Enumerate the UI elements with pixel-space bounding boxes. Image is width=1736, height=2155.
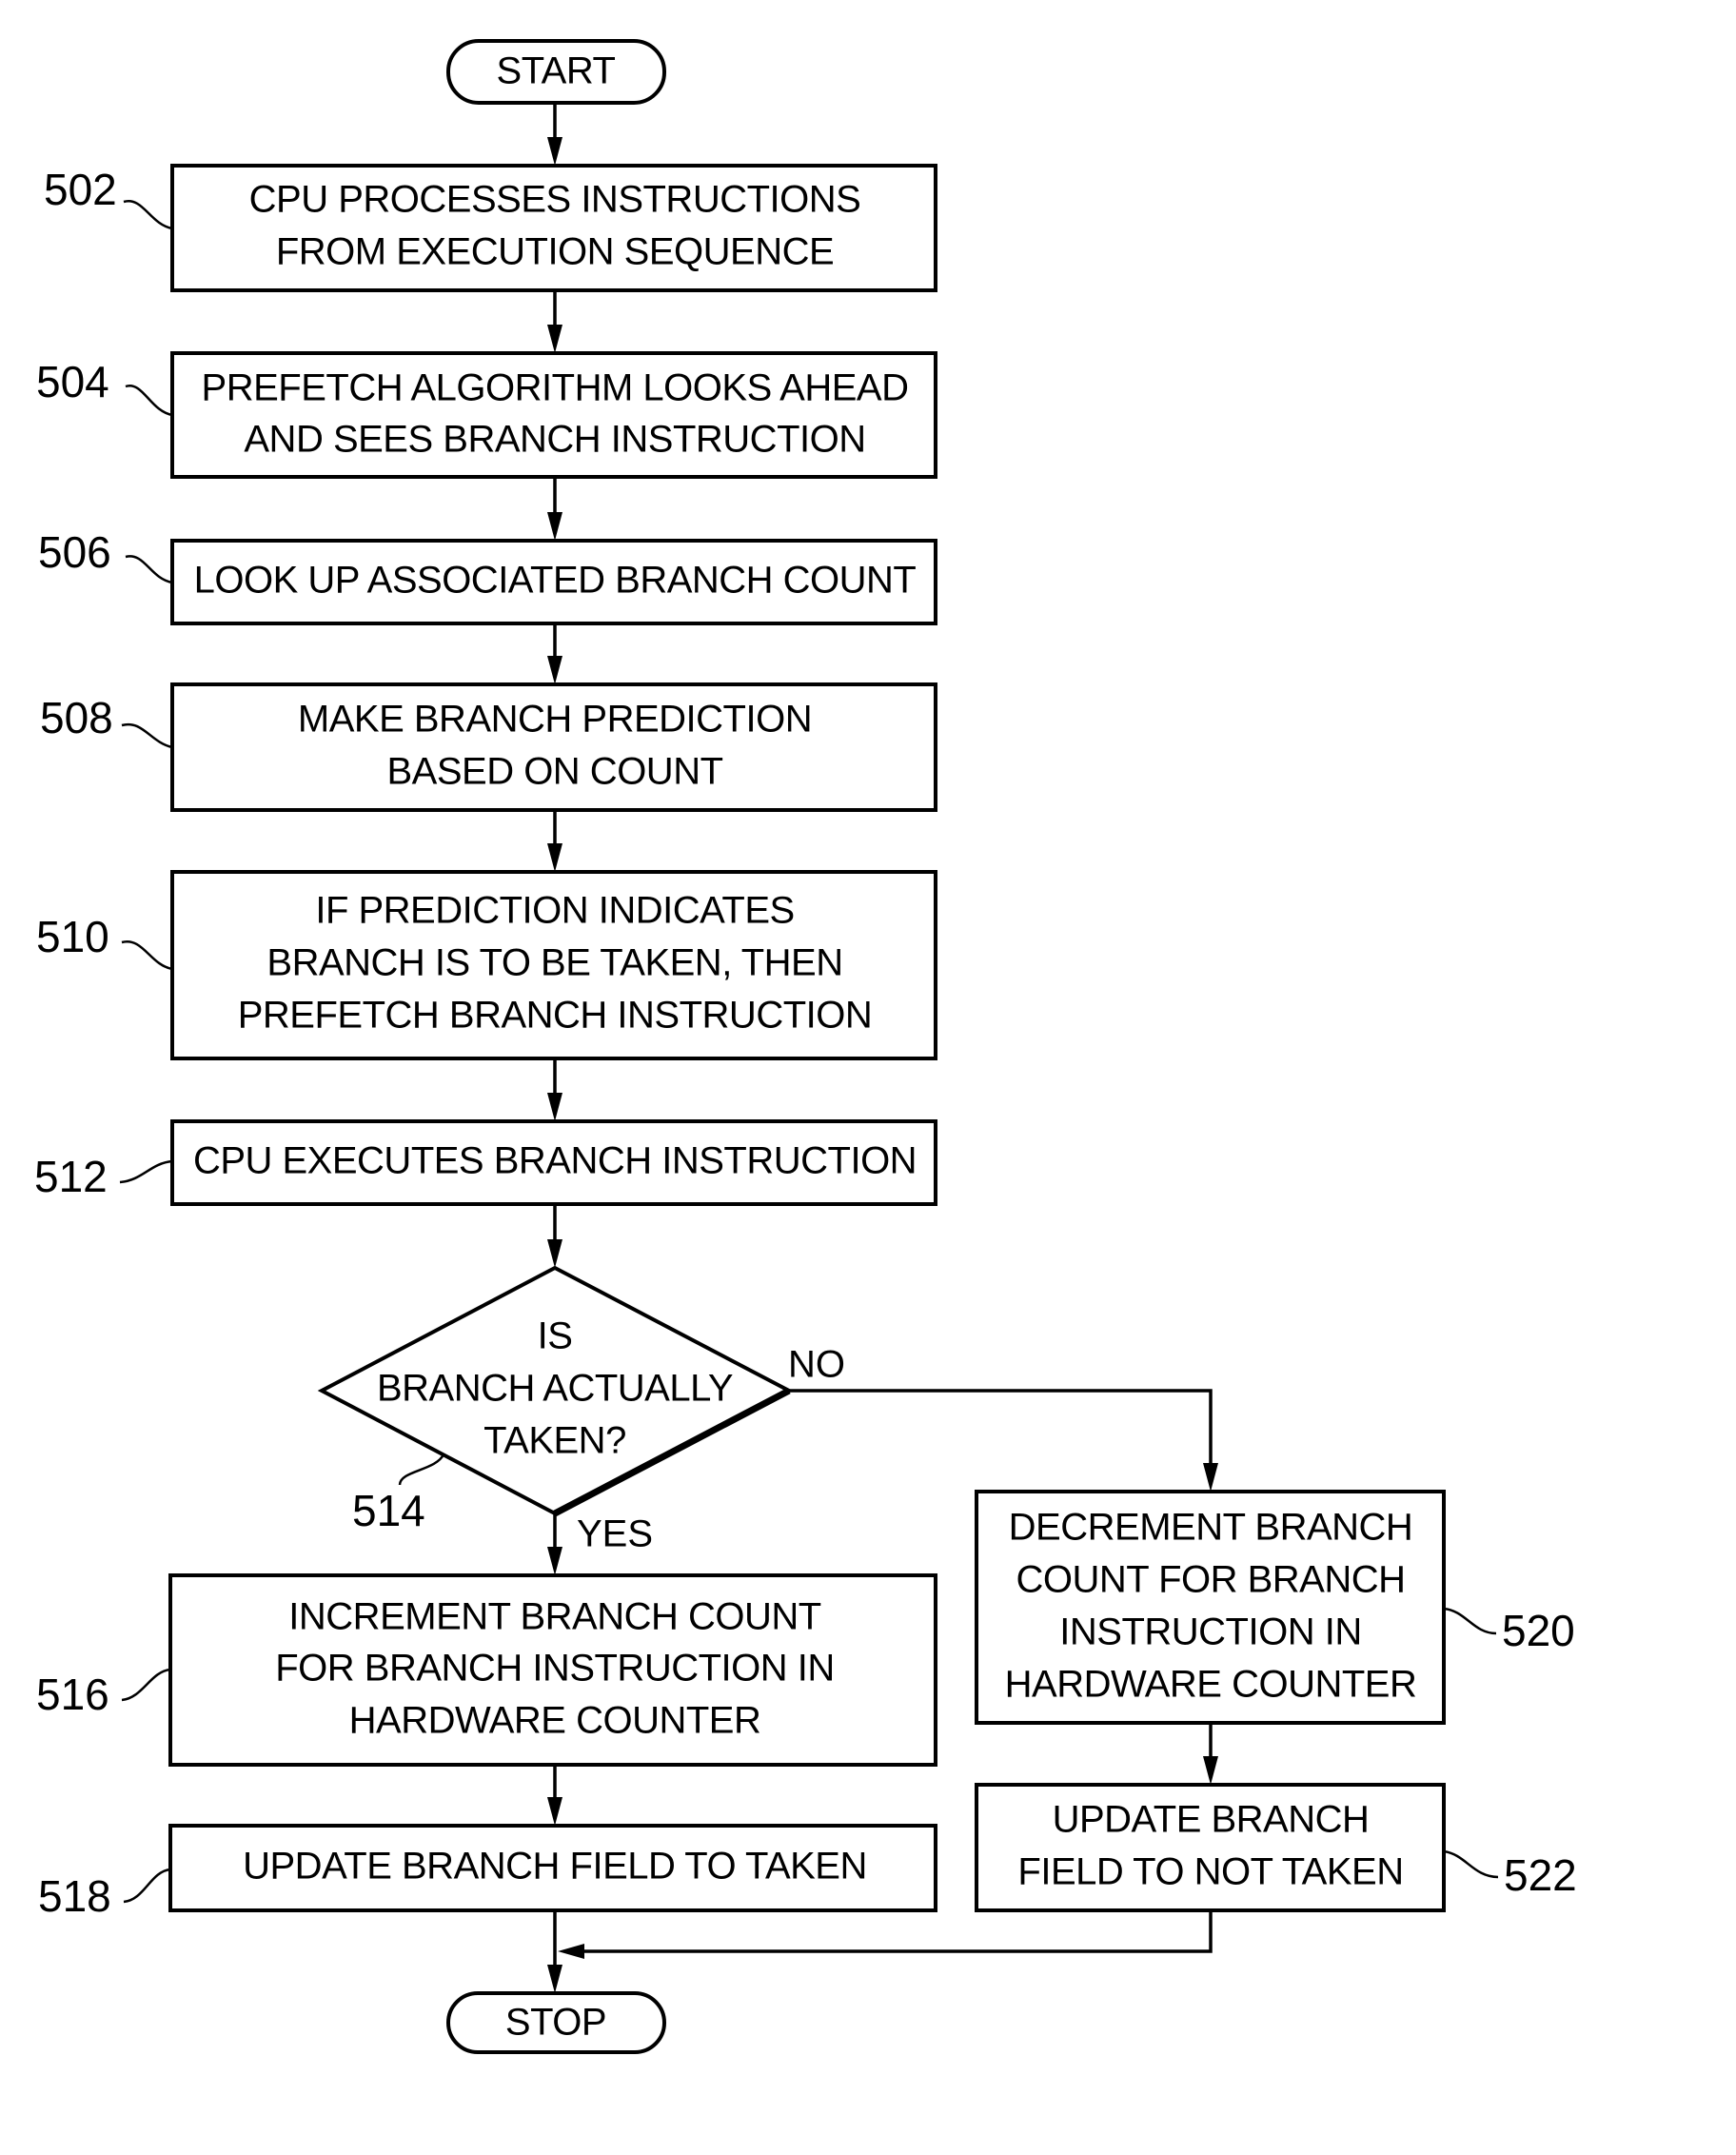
arrowhead-510-512 bbox=[547, 1093, 562, 1121]
arrowhead-518-stop bbox=[547, 1965, 562, 1993]
flowchart-svg: START CPU PROCESSES INSTRUCTIONS FROM EX… bbox=[34, 39, 1577, 2054]
decision-514-leader-line bbox=[398, 1453, 445, 1486]
step-522-ref: 522 bbox=[1504, 1850, 1577, 1900]
step-502-line-2: FROM EXECUTION SEQUENCE bbox=[276, 231, 834, 273]
edge-522-merge bbox=[579, 1910, 1213, 1953]
step-510-leader-line bbox=[121, 940, 173, 971]
step-516-line-1: INCREMENT BRANCH COUNT bbox=[288, 1596, 820, 1638]
step-504-leader-line bbox=[125, 385, 173, 417]
step-520-line-3: INSTRUCTION IN bbox=[1059, 1611, 1361, 1653]
step-512-line-1: CPU EXECUTES BRANCH INSTRUCTION bbox=[193, 1140, 917, 1182]
decision-514: IS BRANCH ACTUALLY TAKEN? 514 YES NO bbox=[317, 1265, 845, 1555]
step-512-ref: 512 bbox=[34, 1152, 108, 1201]
arrowhead-506-508 bbox=[547, 656, 562, 684]
step-504-line-1: PREFETCH ALGORITHM LOOKS AHEAD bbox=[202, 367, 909, 409]
step-522: UPDATE BRANCH FIELD TO NOT TAKEN 522 bbox=[975, 1783, 1577, 1912]
step-504-line-2: AND SEES BRANCH INSTRUCTION bbox=[244, 419, 865, 461]
stop-terminal: STOP bbox=[446, 1991, 666, 2054]
step-516-ref: 516 bbox=[36, 1670, 109, 1719]
no-edge-label: NO bbox=[788, 1344, 845, 1386]
step-512-leader-line bbox=[119, 1159, 173, 1184]
step-522-leader-line bbox=[1443, 1849, 1499, 1879]
step-506-ref: 506 bbox=[38, 527, 111, 577]
step-504-ref: 504 bbox=[36, 357, 109, 406]
step-520-line-1: DECREMENT BRANCH bbox=[1009, 1507, 1413, 1549]
step-502-line-1: CPU PROCESSES INSTRUCTIONS bbox=[249, 179, 861, 221]
step-510-line-1: IF PREDICTION INDICATES bbox=[315, 890, 794, 932]
step-518-line-1: UPDATE BRANCH FIELD TO TAKEN bbox=[243, 1846, 867, 1888]
arrowhead-502-504 bbox=[547, 325, 562, 353]
step-520-leader-line bbox=[1443, 1607, 1497, 1635]
arrowhead-516-518 bbox=[547, 1797, 562, 1826]
stop-terminal-label: STOP bbox=[505, 2002, 606, 2044]
step-508-leader-line bbox=[121, 722, 173, 749]
step-516-line-2: FOR BRANCH INSTRUCTION IN bbox=[275, 1648, 835, 1690]
arrowhead-514-516 bbox=[547, 1547, 562, 1575]
step-520-line-4: HARDWARE COUNTER bbox=[1005, 1664, 1417, 1706]
arrowhead-514-520 bbox=[1203, 1463, 1218, 1492]
arrowhead-start-502 bbox=[547, 137, 562, 166]
step-522-line-1: UPDATE BRANCH bbox=[1053, 1799, 1370, 1841]
decision-514-line-2: BRANCH ACTUALLY bbox=[377, 1368, 733, 1410]
step-510-line-3: PREFETCH BRANCH INSTRUCTION bbox=[238, 995, 873, 1037]
yes-edge-label: YES bbox=[577, 1513, 653, 1555]
decision-514-line-3: TAKEN? bbox=[483, 1420, 626, 1462]
step-502-leader-line bbox=[123, 200, 173, 230]
arrowhead-508-510 bbox=[547, 843, 562, 872]
step-506: LOOK UP ASSOCIATED BRANCH COUNT 506 bbox=[38, 527, 937, 625]
step-518: UPDATE BRANCH FIELD TO TAKEN 518 bbox=[38, 1824, 937, 1921]
arrowhead-520-522 bbox=[1203, 1756, 1218, 1785]
decision-514-ref: 514 bbox=[352, 1486, 425, 1535]
step-508-line-1: MAKE BRANCH PREDICTION bbox=[298, 699, 812, 741]
step-510: IF PREDICTION INDICATES BRANCH IS TO BE … bbox=[36, 870, 937, 1060]
arrowhead-522-merge bbox=[558, 1944, 584, 1959]
step-510-ref: 510 bbox=[36, 912, 109, 961]
step-504: PREFETCH ALGORITHM LOOKS AHEAD AND SEES … bbox=[36, 351, 937, 479]
step-516-leader-line bbox=[121, 1668, 171, 1702]
step-502-ref: 502 bbox=[44, 165, 117, 214]
step-510-line-2: BRANCH IS TO BE TAKEN, THEN bbox=[266, 942, 842, 984]
start-terminal-label: START bbox=[497, 50, 616, 92]
step-520-ref: 520 bbox=[1502, 1606, 1575, 1655]
arrowhead-512-514 bbox=[547, 1239, 562, 1268]
step-516: INCREMENT BRANCH COUNT FOR BRANCH INSTRU… bbox=[36, 1573, 937, 1767]
flowchart-canvas: START CPU PROCESSES INSTRUCTIONS FROM EX… bbox=[0, 0, 1736, 2155]
step-506-line-1: LOOK UP ASSOCIATED BRANCH COUNT bbox=[194, 560, 917, 602]
arrowhead-504-506 bbox=[547, 512, 562, 541]
edge-514-520-no bbox=[789, 1389, 1213, 1469]
step-516-line-3: HARDWARE COUNTER bbox=[349, 1700, 761, 1742]
step-518-ref: 518 bbox=[38, 1871, 111, 1921]
step-518-leader-line bbox=[123, 1868, 171, 1904]
step-508-line-2: BASED ON COUNT bbox=[386, 751, 722, 793]
step-512: CPU EXECUTES BRANCH INSTRUCTION 512 bbox=[34, 1119, 937, 1206]
step-520: DECREMENT BRANCH COUNT FOR BRANCH INSTRU… bbox=[975, 1490, 1575, 1725]
step-506-leader-line bbox=[125, 555, 173, 584]
decision-514-line-1: IS bbox=[538, 1315, 573, 1357]
step-508-ref: 508 bbox=[40, 693, 113, 742]
step-508: MAKE BRANCH PREDICTION BASED ON COUNT 50… bbox=[40, 682, 937, 812]
start-terminal: START bbox=[446, 39, 666, 105]
step-520-line-2: COUNT FOR BRANCH bbox=[1016, 1559, 1405, 1601]
step-502: CPU PROCESSES INSTRUCTIONS FROM EXECUTIO… bbox=[44, 164, 937, 292]
step-522-line-2: FIELD TO NOT TAKEN bbox=[1017, 1851, 1403, 1893]
